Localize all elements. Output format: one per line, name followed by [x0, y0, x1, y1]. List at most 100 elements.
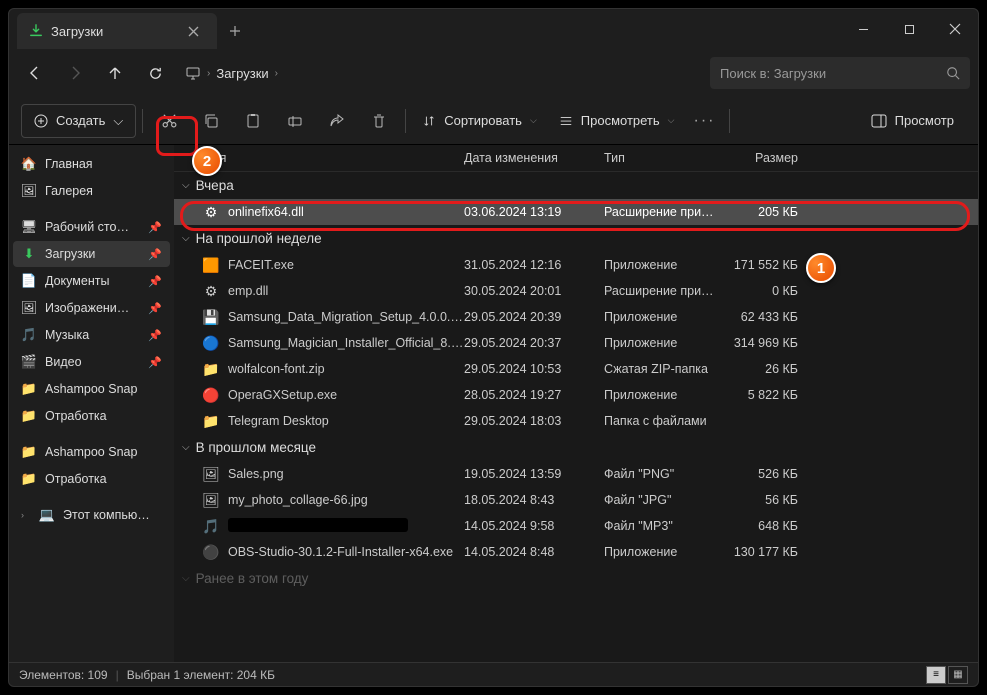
breadcrumb[interactable]: › Загрузки ›	[185, 65, 278, 81]
file-size: 526 КБ	[718, 467, 798, 481]
pictures-icon: 🖼	[21, 300, 37, 316]
new-tab-button[interactable]	[217, 13, 253, 49]
col-type[interactable]: Тип	[604, 151, 718, 165]
back-button[interactable]	[17, 55, 53, 91]
file-list[interactable]: Имя Дата изменения Тип Размер ⌵Вчера ⚙on…	[174, 145, 978, 662]
more-button[interactable]: ···	[687, 101, 723, 141]
file-icon: 🔴	[202, 386, 220, 404]
chevron-down-icon: ⌵	[668, 115, 675, 126]
create-button[interactable]: Создать ⌵	[21, 104, 136, 138]
sidebar-item-folder[interactable]: 📁Ashampoo Snap	[13, 439, 170, 465]
group-yesterday[interactable]: ⌵Вчера	[174, 172, 978, 199]
folder-icon: 📁	[21, 444, 37, 460]
file-icon: 🟧	[202, 256, 220, 274]
file-icon: ⚫	[202, 543, 220, 561]
sidebar-item-folder[interactable]: 📁Отработка	[13, 466, 170, 492]
file-row[interactable]: ⚙onlinefix64.dll03.06.2024 13:19Расширен…	[174, 199, 978, 225]
documents-icon: 📄	[21, 273, 37, 289]
sort-button[interactable]: Сортировать ⌵	[412, 103, 547, 139]
file-row[interactable]: 🎵14.05.2024 9:58Файл "MP3"648 КБ	[174, 513, 978, 539]
sidebar-item-pictures[interactable]: 🖼Изображени…📌	[13, 295, 170, 321]
file-type: Сжатая ZIP-папка	[604, 362, 718, 376]
up-button[interactable]	[97, 55, 133, 91]
refresh-button[interactable]	[137, 55, 173, 91]
file-row[interactable]: 🖼my_photo_collage-66.jpg18.05.2024 8:43Ф…	[174, 487, 978, 513]
group-earlier[interactable]: ⌵Ранее в этом году	[174, 565, 978, 592]
minimize-button[interactable]	[840, 9, 886, 49]
delete-button[interactable]	[359, 101, 399, 141]
titlebar: Загрузки	[9, 9, 978, 49]
window-controls	[840, 9, 978, 49]
close-window-button[interactable]	[932, 9, 978, 49]
copy-button[interactable]	[191, 101, 231, 141]
file-row[interactable]: 🔴OperaGXSetup.exe28.05.2024 19:27Приложе…	[174, 382, 978, 408]
sidebar-item-home[interactable]: 🏠Главная	[13, 151, 170, 177]
file-date: 28.05.2024 19:27	[464, 388, 604, 402]
tiles-view-button[interactable]: ▦	[948, 666, 968, 684]
file-row[interactable]: 📁wolfalcon-font.zip29.05.2024 10:53Сжата…	[174, 356, 978, 382]
col-name[interactable]: Имя	[202, 151, 464, 165]
cut-button[interactable]	[149, 101, 189, 141]
file-type: Файл "MP3"	[604, 519, 718, 533]
sidebar-item-desktop[interactable]: 🖥Рабочий сто…📌	[13, 214, 170, 240]
view-icon	[559, 114, 573, 128]
close-tab-button[interactable]	[181, 19, 205, 43]
file-type: Файл "JPG"	[604, 493, 718, 507]
file-size: 0 КБ	[718, 284, 798, 298]
sidebar-item-folder[interactable]: 📁Отработка	[13, 403, 170, 429]
file-name: FACEIT.exe	[228, 258, 464, 272]
file-row[interactable]: ⚫OBS-Studio-30.1.2-Full-Installer-x64.ex…	[174, 539, 978, 565]
file-size: 171 552 КБ	[718, 258, 798, 272]
file-row[interactable]: 🔵Samsung_Magician_Installer_Official_8.1…	[174, 330, 978, 356]
forward-button[interactable]	[57, 55, 93, 91]
share-button[interactable]	[317, 101, 357, 141]
sidebar-item-downloads[interactable]: ⬇Загрузки📌	[13, 241, 170, 267]
sidebar-item-gallery[interactable]: 🖼Галерея	[13, 178, 170, 204]
download-icon	[29, 24, 43, 38]
view-button[interactable]: Просмотреть ⌵	[549, 103, 685, 139]
file-row[interactable]: 📁Telegram Desktop29.05.2024 18:03Папка с…	[174, 408, 978, 434]
file-row[interactable]: ⚙emp.dll30.05.2024 20:01Расширение при…0…	[174, 278, 978, 304]
sidebar-item-thispc[interactable]: ›💻Этот компью…	[13, 502, 170, 528]
file-row[interactable]: 🖼Sales.png19.05.2024 13:59Файл "PNG"526 …	[174, 461, 978, 487]
chevron-down-icon: ⌵	[113, 113, 123, 129]
chevron-down-icon: ⌵	[182, 233, 190, 244]
sidebar: 🏠Главная 🖼Галерея 🖥Рабочий сто…📌 ⬇Загруз…	[9, 145, 174, 662]
file-name: Telegram Desktop	[228, 414, 464, 428]
maximize-button[interactable]	[886, 9, 932, 49]
col-size[interactable]: Размер	[718, 151, 798, 165]
folder-icon: 📁	[21, 471, 37, 487]
group-lastmonth[interactable]: ⌵В прошлом месяце	[174, 434, 978, 461]
rename-button[interactable]	[275, 101, 315, 141]
file-type: Приложение	[604, 258, 718, 272]
body: 🏠Главная 🖼Галерея 🖥Рабочий сто…📌 ⬇Загруз…	[9, 145, 978, 662]
breadcrumb-current[interactable]: Загрузки	[216, 66, 268, 81]
paste-button[interactable]	[233, 101, 273, 141]
col-date[interactable]: Дата изменения	[464, 151, 604, 165]
pc-icon: 💻	[39, 507, 55, 523]
column-headers: Имя Дата изменения Тип Размер	[174, 145, 978, 172]
create-label: Создать	[56, 113, 105, 128]
pin-icon: 📌	[148, 302, 162, 315]
search-input[interactable]: Поиск в: Загрузки	[710, 57, 970, 89]
status-selected: Выбран 1 элемент: 204 КБ	[127, 668, 275, 682]
sidebar-item-folder[interactable]: 📁Ashampoo Snap	[13, 376, 170, 402]
file-icon: ⚙	[202, 203, 220, 221]
toolbar: Создать ⌵ Сортировать ⌵ Просмотреть ⌵ ··…	[9, 97, 978, 145]
tab-downloads[interactable]: Загрузки	[17, 13, 217, 49]
explorer-window: Загрузки › Загрузки › Поиск в: Загрузки	[8, 8, 979, 687]
monitor-icon	[185, 65, 201, 81]
file-date: 29.05.2024 20:39	[464, 310, 604, 324]
file-icon: 🔵	[202, 334, 220, 352]
file-size: 314 969 КБ	[718, 336, 798, 350]
sidebar-item-videos[interactable]: 🎬Видео📌	[13, 349, 170, 375]
sidebar-item-documents[interactable]: 📄Документы📌	[13, 268, 170, 294]
details-view-button[interactable]: ≡	[926, 666, 946, 684]
sidebar-item-music[interactable]: 🎵Музыка📌	[13, 322, 170, 348]
file-row[interactable]: 🟧FACEIT.exe31.05.2024 12:16Приложение171…	[174, 252, 978, 278]
tab-title: Загрузки	[51, 24, 103, 39]
preview-pane-button[interactable]: Просмотр	[859, 113, 966, 128]
group-lastweek[interactable]: ⌵На прошлой неделе	[174, 225, 978, 252]
file-row[interactable]: 💾Samsung_Data_Migration_Setup_4.0.0.18…2…	[174, 304, 978, 330]
pin-icon: 📌	[148, 275, 162, 288]
